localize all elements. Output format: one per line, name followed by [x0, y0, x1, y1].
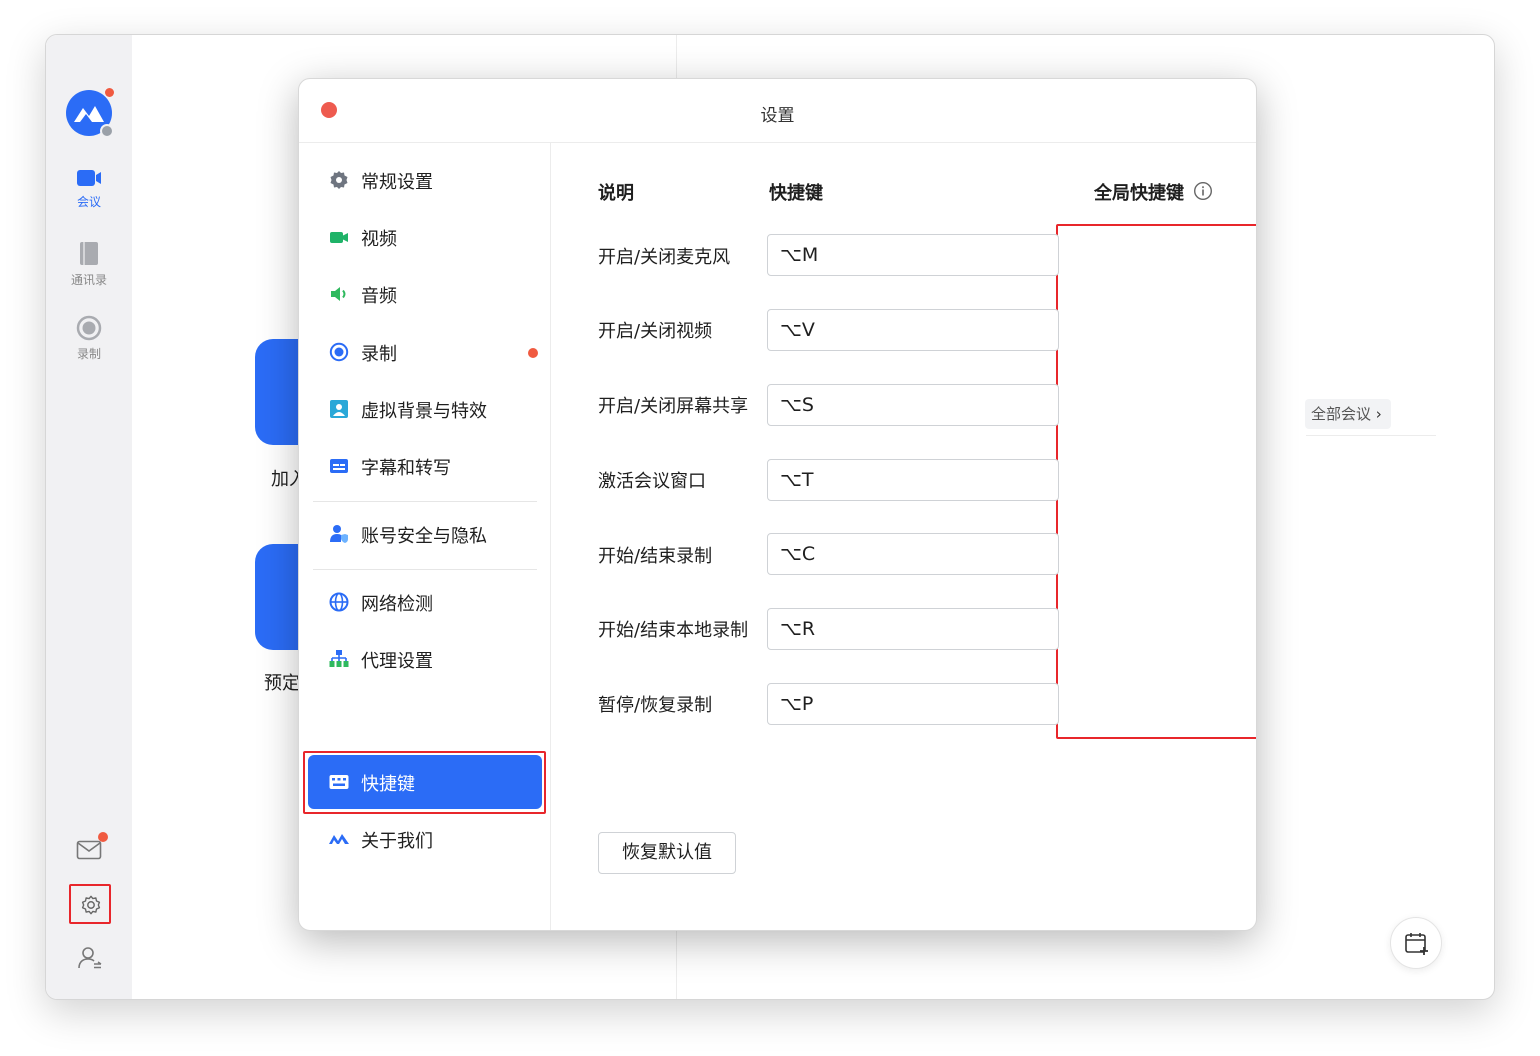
- rail-item-contacts-label: 通讯录: [70, 273, 107, 287]
- rail-item-meeting-label: 会议: [76, 195, 101, 209]
- video-icon: [330, 232, 348, 243]
- dialog-header: 设置: [299, 79, 1256, 143]
- menu-item-label: 音频: [361, 286, 397, 307]
- contacts-book-icon: [80, 242, 98, 265]
- shortcut-input-screen-share[interactable]: ⌥S: [767, 384, 1059, 426]
- account-shield-icon: [330, 525, 348, 543]
- globe-icon: [329, 592, 349, 612]
- menu-item-virtual-background[interactable]: 虚拟背景与特效: [308, 382, 542, 436]
- menu-item-proxy[interactable]: 代理设置: [308, 632, 542, 686]
- column-header-description: 说明: [598, 183, 634, 204]
- mail-icon[interactable]: [76, 839, 102, 861]
- record-icon: [329, 342, 349, 362]
- calendar-add-icon: [1405, 933, 1428, 955]
- menu-item-account-security[interactable]: 账号安全与隐私: [308, 507, 542, 561]
- menu-item-label: 账号安全与隐私: [361, 526, 487, 547]
- shortcut-label-screen-share: 开启/关闭屏幕共享: [598, 396, 749, 417]
- record-icon: [76, 315, 102, 341]
- settings-button[interactable]: [69, 884, 111, 924]
- shortcut-label-microphone: 开启/关闭麦克风: [598, 247, 731, 268]
- menu-item-label: 网络检测: [361, 594, 433, 615]
- chevron-right-icon: ›: [1375, 405, 1382, 423]
- shortcut-input-recording[interactable]: ⌥C: [767, 533, 1059, 575]
- schedule-meeting-label: 预定: [264, 673, 300, 694]
- left-rail: 会议 通讯录 录制: [46, 35, 132, 999]
- switch-account-icon[interactable]: [77, 945, 103, 971]
- portrait-icon: [330, 400, 348, 418]
- highlight-frame-shortcuts: [1056, 224, 1256, 739]
- network-tree-icon: [329, 650, 349, 667]
- rail-item-record[interactable]: 录制: [46, 315, 132, 362]
- menu-item-label: 代理设置: [361, 651, 433, 672]
- dialog-title: 设置: [760, 106, 795, 126]
- brand-icon: [329, 834, 349, 844]
- menu-separator: [313, 569, 537, 570]
- speaker-icon: [331, 287, 346, 301]
- shortcut-label-recording: 开始/结束录制: [598, 546, 713, 567]
- menu-item-label: 常规设置: [361, 172, 433, 193]
- rail-item-meeting[interactable]: 会议: [46, 167, 132, 210]
- video-camera-icon: [77, 170, 101, 186]
- rail-item-record-label: 录制: [76, 347, 101, 361]
- shortcuts-panel: 说明 快捷键 全局快捷键 开启/关闭麦克风 ⌥M 开启/关闭视频 ⌥V 开启/关…: [552, 143, 1256, 930]
- shortcut-input-activate-window[interactable]: ⌥T: [767, 459, 1059, 501]
- column-header-shortcut: 快捷键: [769, 183, 823, 204]
- menu-item-label: 字幕和转写: [361, 458, 451, 479]
- rail-item-contacts[interactable]: 通讯录: [46, 241, 132, 288]
- shortcut-input-video[interactable]: ⌥V: [767, 309, 1059, 351]
- menu-item-general[interactable]: 常规设置: [308, 153, 542, 207]
- menu-item-network-check[interactable]: 网络检测: [308, 575, 542, 629]
- column-header-global: 全局快捷键: [1094, 183, 1184, 204]
- menu-item-label: 视频: [361, 229, 397, 250]
- info-icon[interactable]: [1193, 181, 1213, 201]
- add-calendar-button[interactable]: [1390, 917, 1442, 969]
- brand-logo-icon: [74, 106, 104, 122]
- menu-item-about[interactable]: 关于我们: [308, 812, 542, 866]
- menu-item-audio[interactable]: 音频: [308, 267, 542, 321]
- notification-dot: [528, 348, 538, 358]
- shortcut-label-video: 开启/关闭视频: [598, 321, 713, 342]
- settings-dialog: 设置 常规设置 视频 音频 录制 虚拟背景与特效 字幕和转写 账号安全与隐私 网…: [298, 78, 1257, 931]
- shortcut-label-activate-window: 激活会议窗口: [598, 471, 706, 492]
- menu-item-video[interactable]: 视频: [308, 210, 542, 264]
- menu-item-subtitles[interactable]: 字幕和转写: [308, 439, 542, 493]
- shortcut-label-pause-recording: 暂停/恢复录制: [598, 695, 713, 716]
- mail-notification-dot: [98, 832, 108, 842]
- notification-dot: [105, 88, 114, 97]
- all-meetings-button[interactable]: 全部会议 ›: [1305, 399, 1391, 429]
- shortcut-input-microphone[interactable]: ⌥M: [767, 234, 1059, 276]
- menu-separator: [313, 501, 537, 502]
- divider: [1306, 435, 1436, 436]
- menu-item-label: 录制: [361, 344, 397, 365]
- user-avatar[interactable]: [66, 88, 114, 138]
- all-meetings-label: 全部会议: [1311, 405, 1372, 423]
- restore-defaults-button[interactable]: 恢复默认值: [598, 832, 736, 874]
- shortcut-label-local-recording: 开始/结束本地录制: [598, 620, 749, 641]
- highlight-frame-menu: [303, 751, 546, 814]
- shortcut-input-pause-recording[interactable]: ⌥P: [767, 683, 1059, 725]
- settings-menu: 常规设置 视频 音频 录制 虚拟背景与特效 字幕和转写 账号安全与隐私 网络检测…: [299, 143, 551, 930]
- lock-icon: [100, 124, 114, 138]
- gear-icon: [81, 895, 101, 915]
- menu-item-label: 虚拟背景与特效: [361, 401, 487, 422]
- menu-item-record[interactable]: 录制: [308, 325, 542, 379]
- shortcut-input-local-recording[interactable]: ⌥R: [767, 608, 1059, 650]
- gear-icon: [330, 171, 348, 189]
- subtitle-icon: [330, 459, 348, 473]
- menu-item-label: 关于我们: [361, 831, 433, 852]
